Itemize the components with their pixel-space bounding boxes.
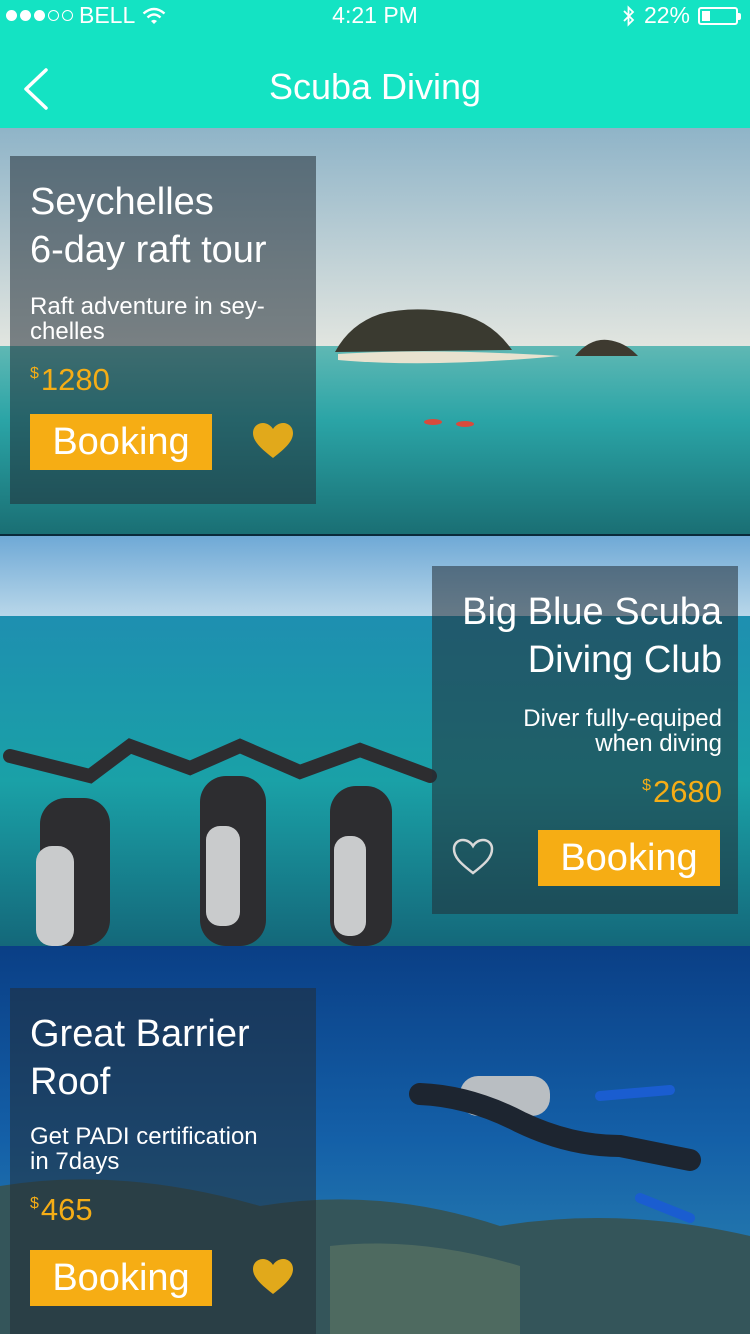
tour-info-panel: Big Blue Scuba Diving Club Diver fully-e… — [432, 566, 738, 914]
currency-symbol: $ — [30, 1195, 39, 1212]
battery-percent: 22% — [643, 2, 690, 28]
tour-info-panel: Seychelles 6-day raft tour Raft adventur… — [10, 156, 316, 504]
heart-icon[interactable] — [252, 1258, 294, 1296]
heart-icon[interactable] — [252, 422, 294, 460]
tour-card-seychelles[interactable]: Seychelles 6-day raft tour Raft adventur… — [0, 128, 750, 534]
tour-description: Raft adventure in sey- chelles — [30, 293, 265, 345]
price-value: 465 — [40, 1192, 93, 1227]
booking-button[interactable]: Booking — [538, 830, 720, 886]
tour-price: $465 — [30, 1192, 93, 1228]
page-title: Scuba Diving — [268, 66, 482, 107]
tour-title: Seychelles 6-day raft tour — [30, 181, 267, 271]
status-bar: BELL 4:21 PM 22% — [0, 0, 750, 30]
tour-description: Diver fully-equiped when diving — [523, 705, 722, 757]
tour-price: $1280 — [30, 362, 110, 398]
price-value: 2680 — [653, 774, 722, 809]
price-value: 1280 — [40, 362, 110, 397]
status-right: 22% — [622, 2, 741, 29]
battery-level — [702, 10, 710, 21]
booking-button[interactable]: Booking — [30, 1250, 212, 1306]
tour-card-big-blue[interactable]: Big Blue Scuba Diving Club Diver fully-e… — [0, 536, 750, 946]
tour-title: Big Blue Scuba Diving Club — [462, 591, 722, 681]
currency-symbol: $ — [642, 777, 652, 794]
tour-price: $2680 — [642, 774, 722, 810]
tour-description: Get PADI certification in 7days — [30, 1123, 258, 1175]
tour-card-great-barrier[interactable]: Great Barrier Roof Get PADI certificatio… — [0, 946, 750, 1334]
battery-icon — [698, 6, 741, 25]
currency-symbol: $ — [30, 365, 39, 382]
bluetooth-icon — [623, 4, 635, 27]
header-bar: BELL 4:21 PM 22% Scuba Diving — [0, 0, 750, 128]
tour-title: Great Barrier Roof — [30, 1013, 250, 1103]
booking-button[interactable]: Booking — [30, 414, 212, 470]
heart-outline-icon[interactable] — [452, 838, 494, 876]
tour-info-panel: Great Barrier Roof Get PADI certificatio… — [10, 988, 316, 1334]
